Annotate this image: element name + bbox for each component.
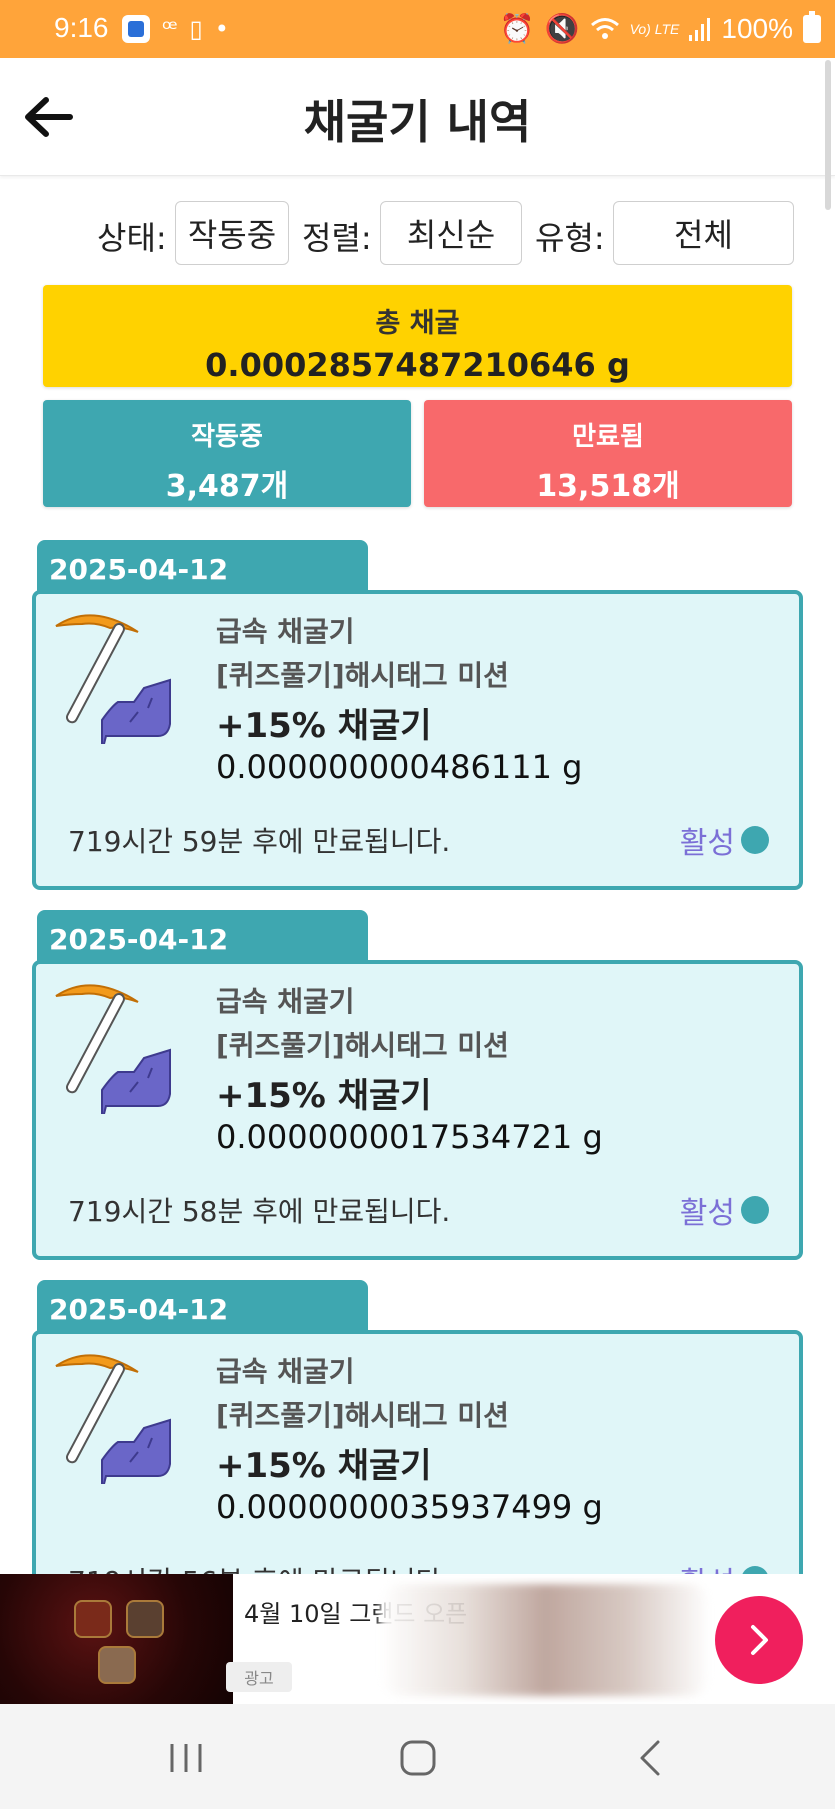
sort-filter-label: 정렬: xyxy=(302,219,372,257)
active-count-label: 작동중 xyxy=(191,422,263,452)
miner-entry[interactable]: 2025-04-12 09:16:08 급속 채굴기 [퀴즈풀기]해시태그 미션… xyxy=(32,540,803,890)
status-dot-icon xyxy=(741,826,769,854)
total-mining-value: 0.0002857487210646 g xyxy=(205,346,630,384)
total-mining-card: 총 채굴 0.0002857487210646 g xyxy=(43,285,792,387)
wifi-icon xyxy=(590,17,619,39)
mined-amount: 0.0000000035937499 g xyxy=(216,1488,603,1526)
system-nav-bar xyxy=(0,1704,835,1809)
game-icon xyxy=(74,1600,112,1638)
sort-filter-select[interactable]: 최신순 xyxy=(380,201,522,265)
signal-icon xyxy=(689,17,711,41)
status-filter-label: 상태: xyxy=(97,219,167,257)
type-filter-select[interactable]: 전체 xyxy=(613,201,794,265)
page-title: 채굴기 내역 xyxy=(303,95,532,149)
miner-type: 급속 채굴기 xyxy=(216,1355,355,1388)
mined-amount: 0.0000000017534721 g xyxy=(216,1118,603,1156)
more-dot-icon: • xyxy=(214,15,229,43)
mission-name: [퀴즈풀기]해시태그 미션 xyxy=(216,659,509,692)
lte-label: Vo) LTE xyxy=(629,20,680,37)
pickaxe-icon xyxy=(55,984,171,1114)
ad-banner[interactable]: 광고 4월 10일 그랜드 오픈 xyxy=(0,1574,835,1704)
bonus-label: +15% 채굴기 xyxy=(216,706,432,746)
expiry-text: 719시간 58분 후에 만료됩니다. xyxy=(68,1195,451,1228)
bonus-label: +15% 채굴기 xyxy=(216,1446,432,1486)
battery-percent: 100% xyxy=(721,12,793,44)
game-icon xyxy=(126,1600,164,1638)
s-app-icon: ꟹ xyxy=(162,15,178,43)
active-count-value: 3,487개 xyxy=(165,469,289,504)
home-icon[interactable] xyxy=(388,1734,448,1782)
status-dot-icon xyxy=(741,1196,769,1224)
ad-thumbnail[interactable] xyxy=(0,1574,233,1704)
status-label: 활성 xyxy=(679,1196,735,1231)
status-time: 9:16 xyxy=(54,12,109,43)
alarm-icon: ⏰ xyxy=(499,13,535,44)
mission-name: [퀴즈풀기]해시태그 미션 xyxy=(216,1029,509,1062)
ad-badge: 광고 xyxy=(226,1662,292,1692)
app-header: 채굴기 내역 xyxy=(0,58,835,176)
game-icon xyxy=(98,1646,136,1684)
notification-icons: ꟹ ▯ • xyxy=(122,15,229,43)
app-notification-icon xyxy=(122,15,150,43)
bonus-label: +15% 채굴기 xyxy=(216,1076,432,1116)
status-filter-select[interactable]: 작동중 xyxy=(175,201,289,265)
miner-type: 급속 채굴기 xyxy=(216,615,355,648)
mute-icon: 🔇 xyxy=(544,13,580,44)
system-icons: ⏰ 🔇 Vo) LTE 100% xyxy=(499,10,821,45)
expired-count-value: 13,518개 xyxy=(536,469,680,504)
pickaxe-icon xyxy=(55,614,171,744)
entry-card[interactable]: 급속 채굴기 [퀴즈풀기]해시태그 미션 +15% 채굴기 0.00000000… xyxy=(32,590,803,890)
back-icon[interactable] xyxy=(622,1734,682,1782)
chevron-right-icon xyxy=(751,1625,768,1655)
miner-entry[interactable]: 2025-04-12 09:14:55 급속 채굴기 [퀴즈풀기]해시태그 미션… xyxy=(32,910,803,1260)
expired-count-card[interactable]: 만료됨 13,518개 xyxy=(424,400,792,507)
phone-app-icon: ▯ xyxy=(189,15,203,43)
scroll-indicator[interactable] xyxy=(825,60,831,210)
pickaxe-icon xyxy=(55,1354,171,1484)
recent-apps-icon[interactable] xyxy=(156,1734,216,1782)
filter-bar: 상태: 작동중 정렬: 최신순 유형: 전체 xyxy=(0,201,835,265)
ad-image[interactable] xyxy=(380,1584,710,1696)
entry-card[interactable]: 급속 채굴기 [퀴즈풀기]해시태그 미션 +15% 채굴기 0.00000000… xyxy=(32,960,803,1260)
status-bar: 9:16 ꟹ ▯ • ⏰ 🔇 Vo) LTE 100% xyxy=(0,0,835,58)
status-label: 활성 xyxy=(679,826,735,861)
type-filter-label: 유형: xyxy=(535,219,605,257)
mission-name: [퀴즈풀기]해시태그 미션 xyxy=(216,1399,509,1432)
miner-type: 급속 채굴기 xyxy=(216,985,355,1018)
expired-count-label: 만료됨 xyxy=(572,422,644,452)
ad-next-button[interactable] xyxy=(715,1596,803,1684)
expiry-text: 719시간 59분 후에 만료됩니다. xyxy=(68,825,451,858)
total-mining-label: 총 채굴 xyxy=(375,308,460,339)
active-count-card[interactable]: 작동중 3,487개 xyxy=(43,400,411,507)
battery-icon xyxy=(803,10,821,43)
mined-amount: 0.000000000486111 g xyxy=(216,748,583,786)
